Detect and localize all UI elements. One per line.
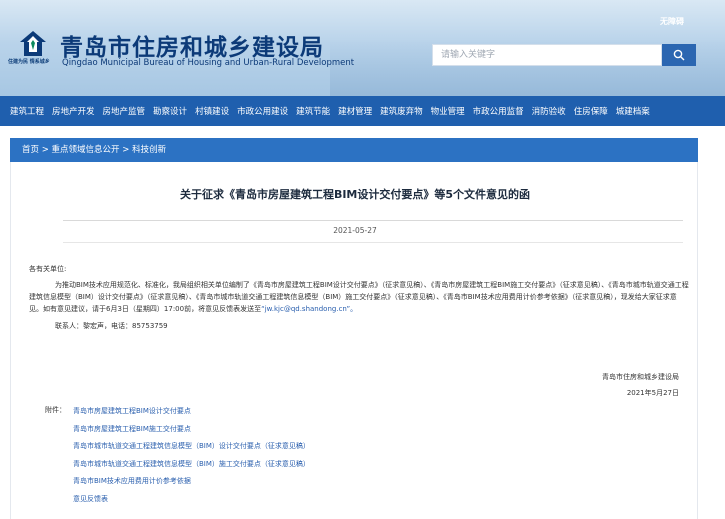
attachment-link[interactable]: 意见反馈表 [73, 493, 310, 511]
article-salutation: 各有关单位: [29, 265, 67, 273]
article-title: 关于征求《青岛市房屋建筑工程BIM设计交付要点》等5个文件意见的函 [179, 188, 531, 201]
nav-item[interactable]: 建筑节能 [292, 105, 334, 117]
breadcrumb-current[interactable]: 科技创新 [132, 145, 166, 155]
nav-item[interactable]: 消防验收 [528, 105, 570, 117]
bureau-emblem-icon [20, 31, 46, 56]
search-icon [673, 49, 685, 61]
article-content: 关于征求《青岛市房屋建筑工程BIM设计交付要点》等5个文件意见的函 2021-0… [10, 162, 698, 519]
breadcrumb-separator: > [119, 145, 133, 155]
title-divider [63, 220, 683, 221]
nav-item[interactable]: 住房保障 [570, 105, 612, 117]
site-header: 住建为民 情系城乡 青岛市住房和城乡建设局 Qingdao Municipal … [0, 0, 725, 96]
nav-item[interactable]: 建材管理 [334, 105, 376, 117]
emblem-caption: 住建为民 情系城乡 [8, 59, 50, 65]
attachment-link[interactable]: 青岛市城市轨道交通工程建筑信息模型（BIM）施工交付要点（征求意见稿） [73, 458, 310, 476]
attachment-link[interactable]: 青岛市城市轨道交通工程建筑信息模型（BIM）设计交付要点（征求意见稿） [73, 440, 310, 458]
nav-item[interactable]: 房地产监管 [99, 105, 150, 117]
main-nav: 建筑工程 房地产开发 房地产监管 勘察设计 村镇建设 市政公用建设 建筑节能 建… [0, 96, 725, 126]
nav-item[interactable]: 村镇建设 [191, 105, 233, 117]
nav-item[interactable]: 勘察设计 [149, 105, 191, 117]
nav-item[interactable]: 城建档案 [612, 105, 654, 117]
signature-organization: 青岛市住房和城乡建设局 [602, 373, 679, 381]
accessibility-link[interactable]: 无障碍 [660, 16, 684, 27]
article-paragraph: 为推动BIM技术应用规范化、标准化，我局组织相关单位编制了《青岛市房屋建筑工程B… [29, 279, 689, 315]
nav-item[interactable]: 市政公用建设 [233, 105, 292, 117]
site-title-english: Qingdao Municipal Bureau of Housing and … [62, 58, 355, 68]
signature-date: 2021年5月27日 [626, 389, 679, 397]
attachment-link[interactable]: 青岛市房屋建筑工程BIM设计交付要点 [73, 405, 310, 423]
date-divider [63, 242, 683, 243]
search-button[interactable] [662, 44, 696, 66]
nav-item[interactable]: 建筑工程 [6, 105, 48, 117]
nav-item[interactable]: 房地产开发 [48, 105, 99, 117]
attachments-label: 附件： [45, 406, 66, 414]
attachment-link[interactable]: 青岛市房屋建筑工程BIM施工交付要点 [73, 423, 310, 441]
breadcrumb-section[interactable]: 重点领域信息公开 [52, 145, 120, 155]
breadcrumb-separator: > [39, 145, 52, 155]
nav-item[interactable]: 建筑废弃物 [376, 105, 427, 117]
breadcrumb-home[interactable]: 首页 [22, 145, 39, 155]
article-date: 2021-05-27 [333, 226, 377, 235]
search-input[interactable]: 请输入关键字 [432, 44, 662, 66]
nav-item[interactable]: 市政公用监督 [469, 105, 528, 117]
site-title[interactable]: 青岛市住房和城乡建设局 [60, 28, 324, 62]
contact-info: 联系人：黎宏声，电话：85753759 [55, 322, 168, 330]
breadcrumb: 首页 > 重点领域信息公开 > 科技创新 [10, 138, 698, 162]
paragraph-text: 为推动BIM技术应用规范化、标准化，我局组织相关单位编制了《青岛市房屋建筑工程B… [29, 281, 689, 313]
nav-item[interactable]: 物业管理 [427, 105, 469, 117]
attachments-list: 青岛市房屋建筑工程BIM设计交付要点 青岛市房屋建筑工程BIM施工交付要点 青岛… [73, 405, 310, 510]
feedback-email-link[interactable]: “jw.kjc@qd.shandong.cn”。 [261, 305, 357, 313]
attachment-link[interactable]: 青岛市BIM技术应用费用计价参考依据 [73, 475, 310, 493]
